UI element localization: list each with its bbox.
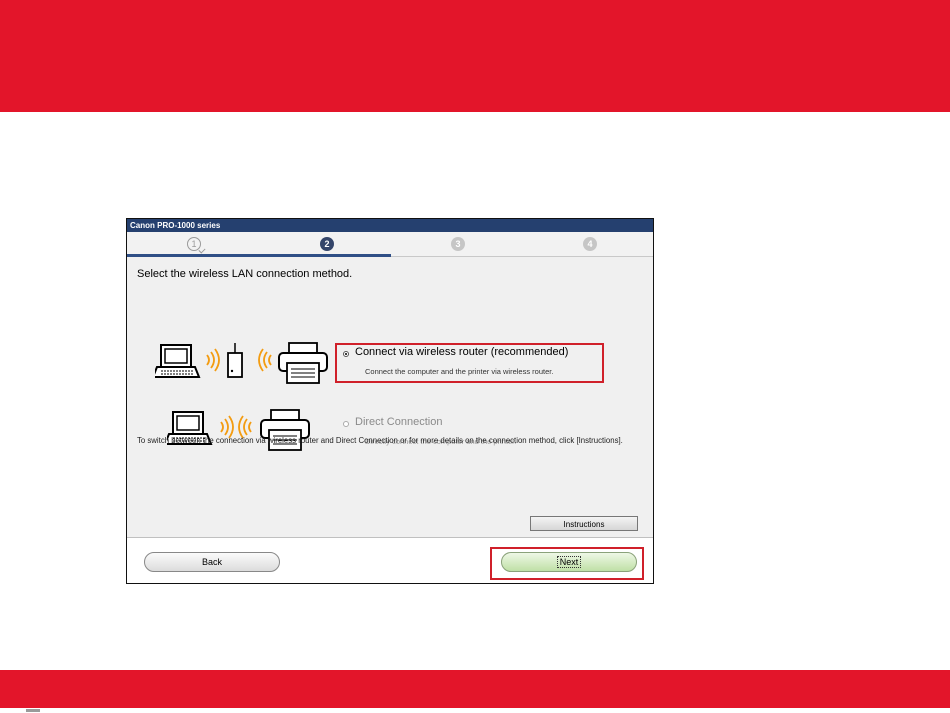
printer-icon xyxy=(278,342,328,384)
footer-mark xyxy=(26,709,40,712)
step-2-current: 2 xyxy=(320,237,334,251)
step-3: 3 xyxy=(451,237,465,251)
direct-option-radio[interactable] xyxy=(343,421,349,427)
next-button[interactable]: Next xyxy=(501,552,637,572)
router-option-title[interactable]: Connect via wireless router (recommended… xyxy=(355,346,568,358)
router-icon xyxy=(227,343,243,378)
next-button-label: Next xyxy=(556,556,582,568)
page-heading: Select the wireless LAN connection metho… xyxy=(137,268,353,280)
footer-band xyxy=(0,670,950,708)
header-band xyxy=(0,0,950,112)
back-button[interactable]: Back xyxy=(144,552,280,572)
wifi-waves-icon xyxy=(206,348,220,372)
step-1-done-icon: 1 xyxy=(187,237,201,251)
installer-window: Canon PRO-1000 series 1 2 3 4 Select the… xyxy=(126,218,654,584)
wifi-waves-icon xyxy=(258,348,272,372)
router-option-radio[interactable] xyxy=(343,351,349,357)
direct-option-title[interactable]: Direct Connection xyxy=(355,416,442,428)
laptop-icon xyxy=(155,344,201,378)
window-footer: Back Next xyxy=(127,537,653,583)
instructions-button[interactable]: Instructions xyxy=(530,516,638,531)
content-area: Select the wireless LAN connection metho… xyxy=(127,257,653,537)
back-button-label: Back xyxy=(201,557,222,567)
step-indicator: 1 2 3 4 xyxy=(127,232,653,257)
connection-note: To switch between the connection via wir… xyxy=(137,436,623,445)
router-connection-illustration xyxy=(155,342,328,384)
router-option-description: Connect the computer and the printer via… xyxy=(365,367,554,376)
window-title: Canon PRO-1000 series xyxy=(127,219,653,232)
step-4: 4 xyxy=(583,237,597,251)
footer-strip xyxy=(0,708,950,713)
